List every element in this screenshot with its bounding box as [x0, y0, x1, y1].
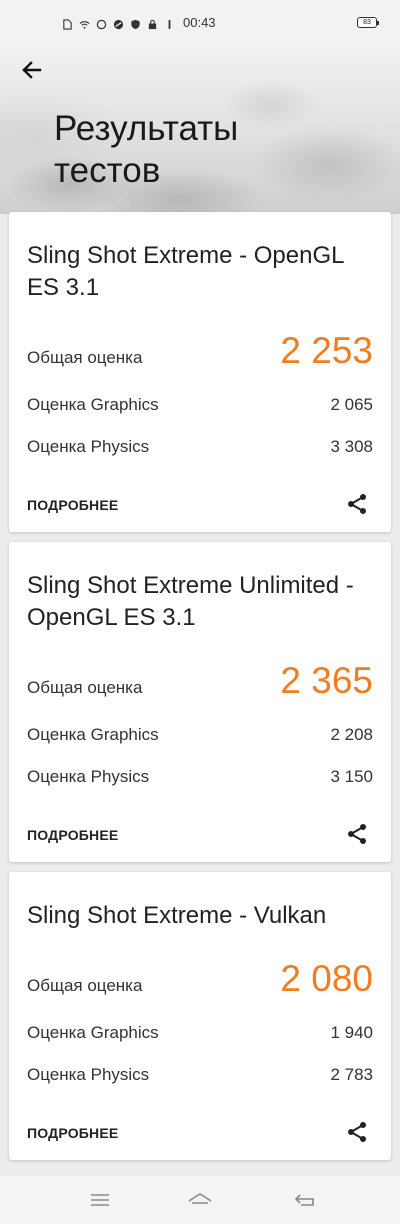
menu-icon[interactable]	[86, 1188, 114, 1212]
header: Результаты тестов	[0, 44, 400, 214]
share-icon[interactable]	[345, 1120, 369, 1144]
page-title-line1: Результаты	[54, 109, 239, 148]
circle-icon	[96, 19, 107, 29]
physics-score-label: Оценка Physics	[27, 437, 150, 456]
graphics-score-label: Оценка Graphics	[27, 1023, 159, 1042]
back-arrow-icon[interactable]	[18, 56, 46, 84]
result-card-2: Sling Shot Extreme Unlimited - OpenGL ES…	[9, 542, 391, 862]
result-card-title: Sling Shot Extreme - Vulkan	[27, 902, 327, 929]
lock-icon	[148, 19, 157, 29]
result-card-1: Sling Shot Extreme - OpenGL ES 3.1 Общая…	[9, 212, 391, 532]
overall-score-value: 2 365	[280, 660, 373, 701]
status-time: 00:43	[183, 15, 216, 30]
status-bar: 00:43 83	[0, 0, 400, 44]
screen: 00:43 83 Результаты тестов Sling Shot Ex…	[0, 0, 400, 1224]
back-nav-icon[interactable]	[291, 1188, 319, 1212]
graphics-score-label: Оценка Graphics	[27, 725, 159, 744]
share-icon[interactable]	[345, 492, 369, 516]
overall-score-label: Общая оценка	[27, 976, 143, 995]
battery-indicator: 83	[357, 17, 379, 28]
more-details-button[interactable]: ПОДРОБНЕЕ	[27, 827, 118, 843]
page-title-line2: тестов	[54, 151, 161, 190]
result-card-3: Sling Shot Extreme - Vulkan Общая оценка…	[9, 872, 391, 1160]
vpn-icon	[113, 19, 124, 29]
shield-icon	[131, 19, 140, 29]
more-details-button[interactable]: ПОДРОБНЕЕ	[27, 497, 118, 513]
graphics-score-value: 2 208	[330, 725, 373, 744]
physics-score-value: 2 783	[330, 1065, 373, 1084]
physics-score-label: Оценка Physics	[27, 767, 150, 786]
doc-icon	[63, 18, 72, 30]
physics-score-value: 3 308	[330, 437, 373, 456]
graphics-score-value: 2 065	[330, 395, 373, 414]
overall-score-label: Общая оценка	[27, 678, 143, 697]
result-card-title: Sling Shot Extreme Unlimited - OpenGL ES…	[27, 572, 354, 631]
more-details-button[interactable]: ПОДРОБНЕЕ	[27, 1125, 118, 1141]
page-title: Результаты тестов	[54, 108, 354, 192]
home-icon[interactable]	[186, 1188, 214, 1212]
physics-score-label: Оценка Physics	[27, 1065, 150, 1084]
overall-score-value: 2 080	[280, 958, 373, 999]
wifi-icon	[79, 20, 90, 29]
graphics-score-value: 1 940	[330, 1023, 373, 1042]
status-icons	[62, 17, 175, 31]
navigation-bar	[0, 1176, 400, 1224]
graphics-score-label: Оценка Graphics	[27, 395, 159, 414]
overall-score-value: 2 253	[280, 330, 373, 371]
pin-icon	[168, 19, 171, 29]
overall-score-label: Общая оценка	[27, 348, 143, 367]
physics-score-value: 3 150	[330, 767, 373, 786]
result-card-title: Sling Shot Extreme - OpenGL ES 3.1	[27, 242, 344, 301]
share-icon[interactable]	[345, 822, 369, 846]
